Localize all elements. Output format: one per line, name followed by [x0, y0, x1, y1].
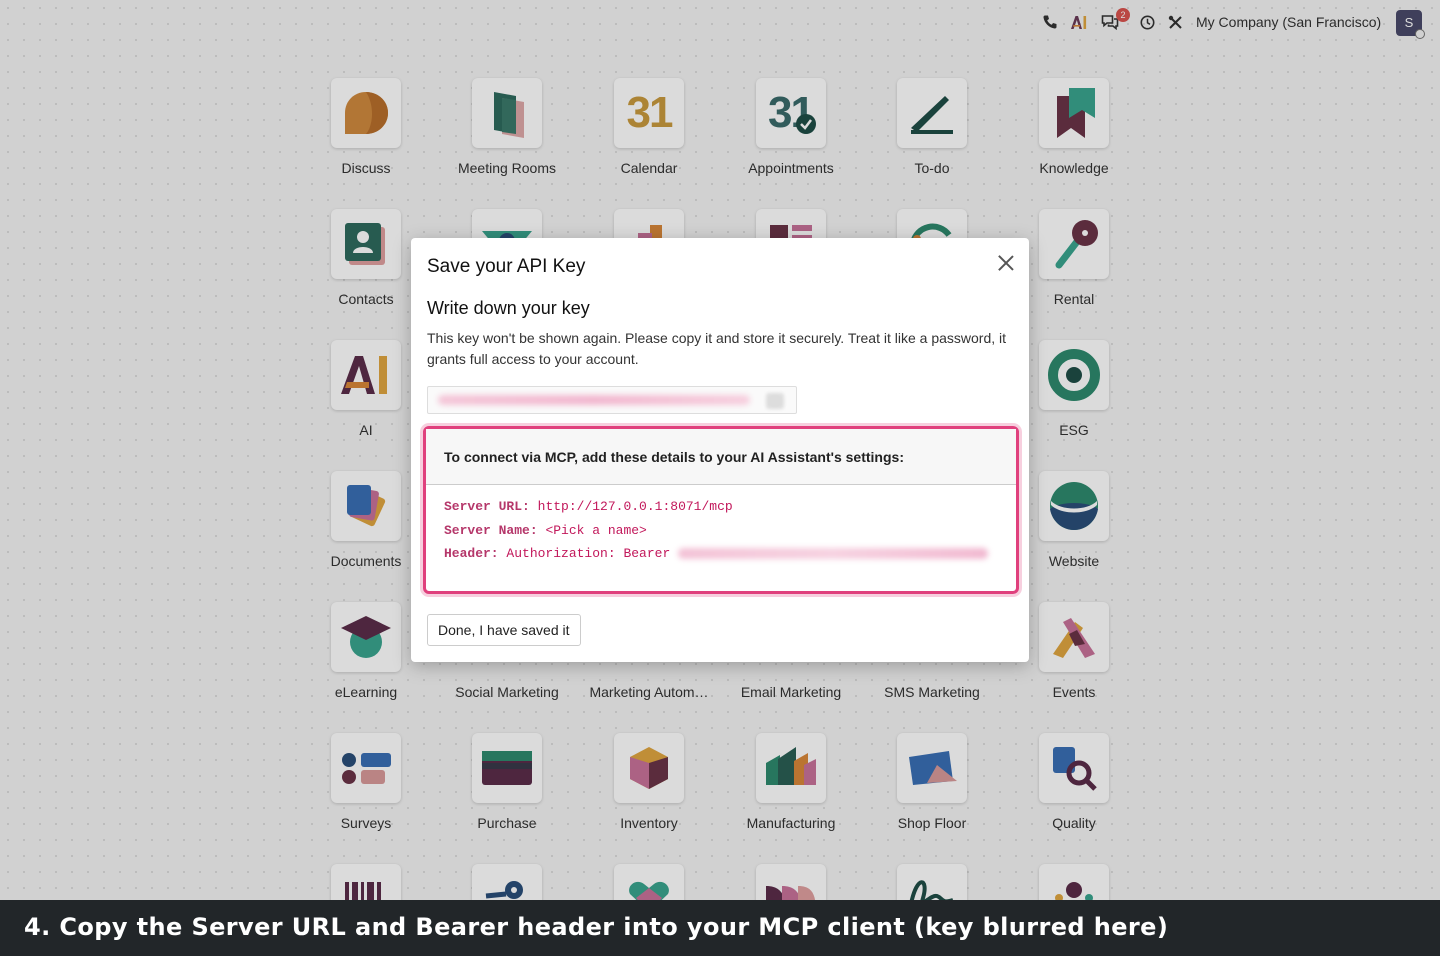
- blurred-bearer-token: [678, 548, 989, 560]
- server-name-line: Server Name: <Pick a name>: [444, 523, 998, 547]
- header-line: Header: Authorization: Bearer: [444, 546, 998, 570]
- server-name-key: Server Name:: [444, 522, 538, 538]
- close-icon[interactable]: [995, 252, 1017, 274]
- server-url-value[interactable]: http://127.0.0.1:8071/mcp: [538, 499, 733, 514]
- copy-icon[interactable]: [766, 393, 784, 409]
- server-name-value[interactable]: <Pick a name>: [545, 523, 646, 538]
- done-saved-button[interactable]: Done, I have saved it: [427, 614, 581, 646]
- header-key: Header:: [444, 546, 499, 561]
- dialog-subheading: Write down your key: [427, 298, 590, 318]
- dialog-description: This key won't be shown again. Please co…: [427, 330, 1007, 367]
- api-key-dialog: Save your API Key Write down your key Th…: [411, 238, 1029, 662]
- api-key-field[interactable]: [427, 386, 797, 414]
- blurred-api-key: [438, 395, 750, 405]
- mcp-heading: To connect via MCP, add these details to…: [426, 429, 1016, 485]
- tutorial-caption: 4. Copy the Server URL and Bearer header…: [0, 900, 1440, 956]
- mcp-details-panel: To connect via MCP, add these details to…: [423, 426, 1019, 594]
- mcp-config-block: Server URL: http://127.0.0.1:8071/mcp Se…: [426, 485, 1016, 584]
- dialog-title: Save your API Key: [427, 256, 586, 277]
- server-url-key: Server URL:: [444, 499, 530, 514]
- header-value[interactable]: Authorization: Bearer: [506, 546, 670, 561]
- server-url-line: Server URL: http://127.0.0.1:8071/mcp: [444, 499, 998, 523]
